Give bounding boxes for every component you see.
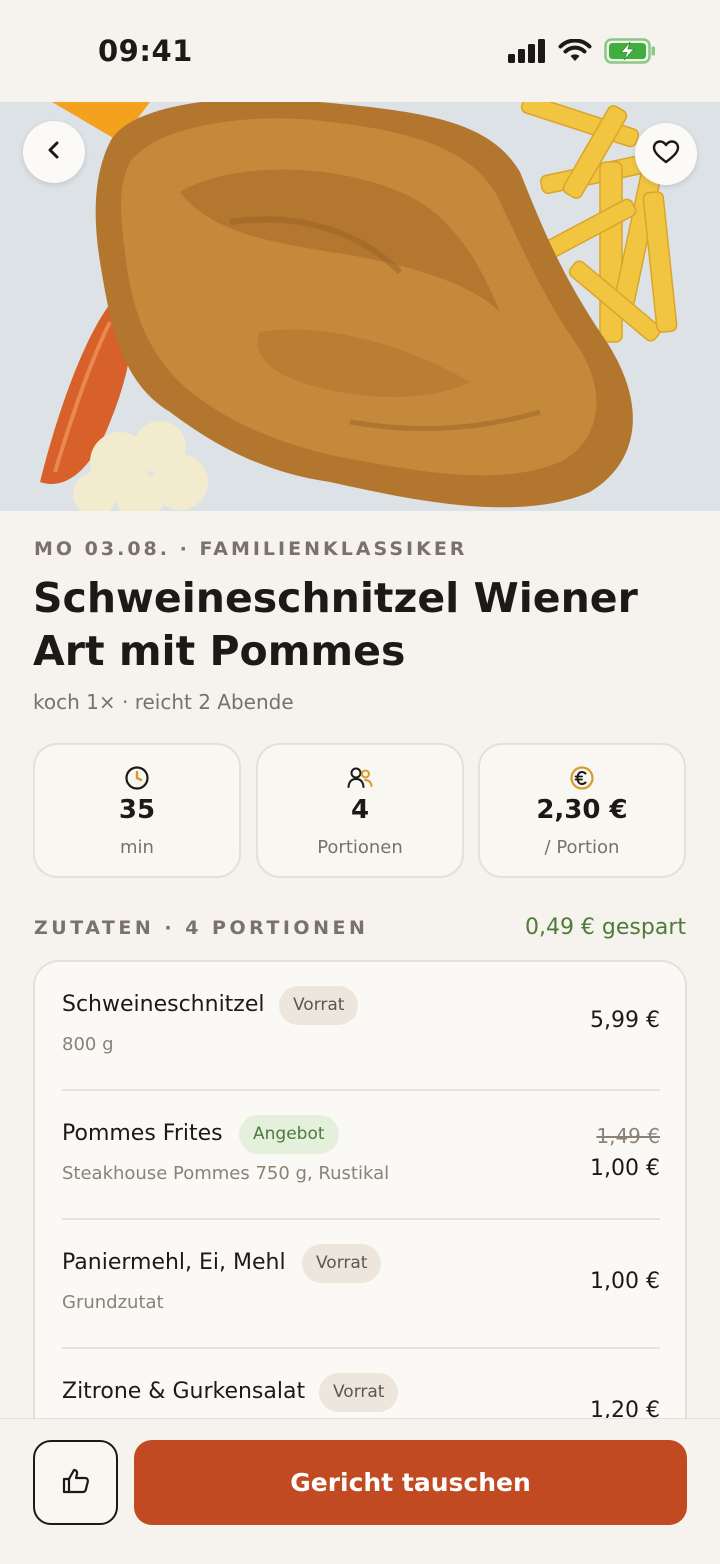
heart-icon (652, 139, 680, 169)
ingredient-price: 1,00 € (590, 1156, 660, 1181)
hero-image (0, 102, 720, 511)
ingredient-detail: Steakhouse Pommes 750 g, Rustikal (62, 1163, 390, 1184)
status-time: 09:41 (98, 34, 193, 68)
schnitzel-photo (0, 102, 720, 511)
ingredient-badge: Vorrat (302, 1244, 382, 1283)
ingredient-badge: Vorrat (319, 1373, 399, 1412)
swap-dish-button[interactable]: Gericht tauschen (134, 1440, 687, 1525)
favorite-button[interactable] (635, 123, 697, 185)
ingredients-list[interactable]: Schweineschnitzel Vorrat 800 g 5,99 € Po… (33, 960, 687, 1480)
ingredient-row[interactable]: Pommes Frites Angebot Steakhouse Pommes … (62, 1091, 660, 1220)
ingredient-name: Zitrone & Gurkensalat (62, 1379, 306, 1404)
status-icons (508, 38, 656, 68)
ingredient-price: 1,00 € (590, 1269, 660, 1294)
battery-charging-icon (604, 38, 656, 68)
cellular-signal-icon (508, 39, 546, 67)
ingredient-name: Schweineschnitzel (62, 992, 265, 1017)
euro-icon (480, 765, 684, 791)
ingredient-name: Paniermehl, Ei, Mehl (62, 1250, 286, 1275)
stat-card-time: 35 min (33, 743, 241, 878)
stat-value: 4 (350, 795, 370, 825)
thumbs-up-icon (61, 1466, 91, 1500)
stat-card-price: 2,30 € / Portion (478, 743, 686, 878)
stat-label: min (120, 837, 154, 858)
stat-label: / Portion (544, 837, 620, 858)
ingredients-heading: ZUTATEN · 4 PORTIONEN (34, 917, 369, 939)
recipe-subtitle: koch 1× · reicht 2 Abende (33, 690, 294, 714)
people-icon (258, 765, 462, 791)
stat-value: 2,30 € (536, 795, 628, 825)
ingredient-badge: Angebot (239, 1115, 339, 1154)
ingredient-badge: Vorrat (279, 986, 359, 1025)
clock-icon (35, 765, 239, 791)
ingredient-detail: 800 g (62, 1034, 114, 1055)
chevron-left-icon (43, 139, 65, 165)
stat-value: 35 (118, 795, 156, 825)
ingredient-old-price: 1,49 € (596, 1124, 660, 1148)
ingredient-name: Pommes Frites (62, 1121, 223, 1146)
ingredient-detail: Grundzutat (62, 1292, 164, 1313)
like-button[interactable] (33, 1440, 118, 1525)
savings-amount: 0,49 € gespart (524, 915, 686, 940)
wifi-icon (558, 38, 592, 67)
recipe-title: Schweineschnitzel Wiener Art mit Pommes (33, 574, 638, 675)
status-bar: 09:41 (0, 0, 720, 102)
ingredient-row[interactable]: Schweineschnitzel Vorrat 800 g 5,99 € (62, 962, 660, 1091)
ingredient-price: 5,99 € (590, 1008, 660, 1033)
stat-label: Portionen (317, 837, 403, 858)
recipe-meta: MO 03.08. · FAMILIENKLASSIKER (34, 538, 468, 560)
back-button[interactable] (23, 121, 85, 183)
ingredient-row[interactable]: Paniermehl, Ei, Mehl Vorrat Grundzutat 1… (62, 1220, 660, 1349)
stat-card-portions: 4 Portionen (256, 743, 464, 878)
bottom-action-bar: Gericht tauschen (0, 1418, 720, 1564)
